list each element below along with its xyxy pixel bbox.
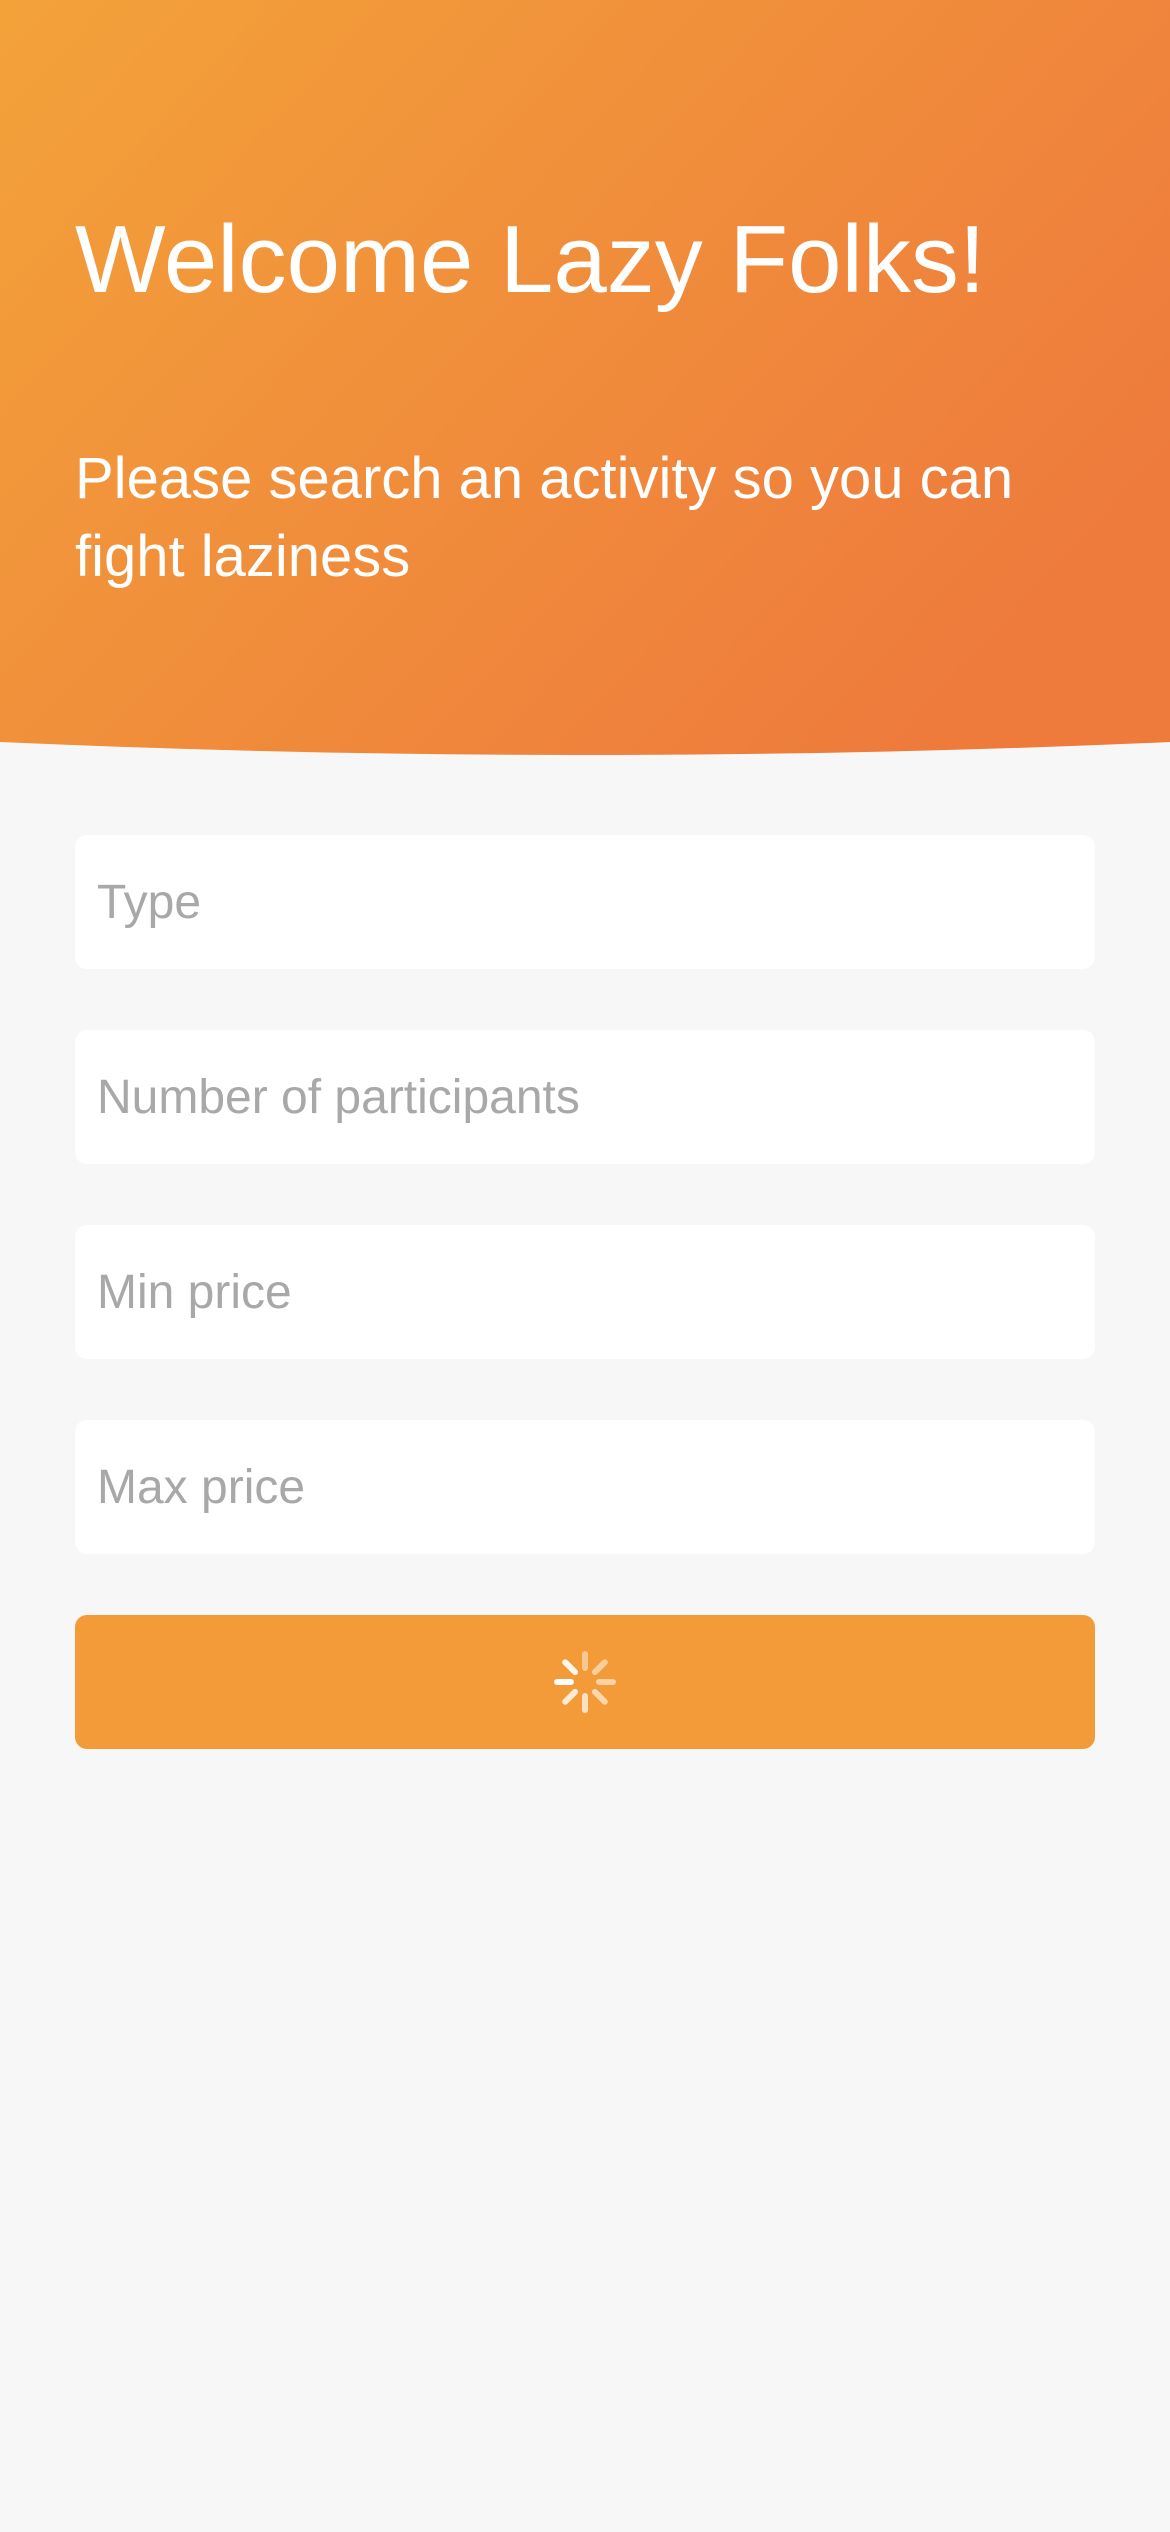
page-subtitle: Please search an activity so you can fig… [75,446,1014,589]
type-input[interactable] [75,835,1095,969]
min-price-input[interactable] [75,1225,1095,1359]
search-button[interactable] [75,1615,1095,1749]
header-banner: Welcome Lazy Folks! Please search an act… [0,0,1170,760]
max-price-input[interactable] [75,1420,1095,1554]
participants-input[interactable] [75,1030,1095,1164]
page-title: Welcome Lazy Folks! [75,206,986,313]
header-background [0,0,1170,755]
spinner-icon [554,1651,616,1713]
